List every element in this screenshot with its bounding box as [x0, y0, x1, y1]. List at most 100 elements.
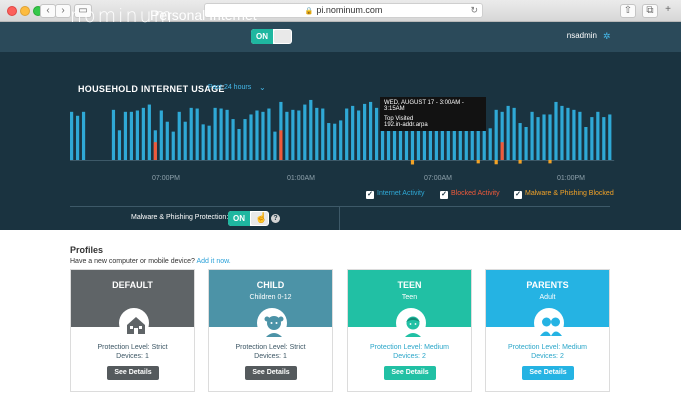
activity-bar[interactable] [506, 105, 510, 160]
activity-bar[interactable] [135, 110, 139, 161]
activity-bar[interactable] [518, 123, 522, 160]
activity-bar[interactable] [321, 108, 325, 160]
blocked-bar[interactable] [153, 142, 157, 160]
activity-bar[interactable] [315, 107, 319, 160]
child-icon [257, 308, 287, 338]
activity-bar[interactable] [351, 105, 355, 160]
see-details-button[interactable]: See Details [245, 366, 297, 380]
activity-bar[interactable] [494, 109, 498, 160]
legend-label: Malware & Phishing Blocked [525, 190, 614, 197]
malware-bar[interactable] [410, 160, 415, 165]
profile-card-default: DEFAULT Protection Level: Strict Devices: … [70, 269, 195, 392]
activity-bar[interactable] [177, 111, 181, 160]
activity-bar[interactable] [123, 111, 128, 160]
activity-bar[interactable] [602, 117, 606, 160]
profile-card-child: CHILD Children 0-12 Protection Level: Stri… [208, 269, 333, 392]
x-tick: 07:00PM [152, 175, 181, 182]
activity-bar[interactable] [243, 119, 247, 160]
activity-bar[interactable] [333, 123, 337, 160]
activity-bar[interactable] [297, 110, 301, 161]
activity-bar[interactable] [548, 114, 552, 160]
activity-bar[interactable] [267, 108, 271, 160]
add-device-link[interactable]: Add it now. [196, 258, 230, 265]
activity-bar[interactable] [566, 107, 570, 160]
activity-bar[interactable] [596, 111, 600, 160]
activity-bar[interactable] [219, 108, 223, 160]
activity-bar[interactable] [195, 108, 199, 160]
activity-bar[interactable] [225, 109, 229, 160]
activity-bar[interactable] [339, 120, 343, 160]
activity-bar[interactable] [117, 130, 122, 160]
malware-bar[interactable] [518, 160, 522, 164]
activity-bar[interactable] [578, 111, 582, 160]
activity-bar[interactable] [374, 107, 379, 160]
activity-bar[interactable] [584, 127, 588, 160]
activity-bar[interactable] [201, 124, 205, 160]
legend-internet-activity[interactable]: ✓ Internet Activity [366, 190, 424, 199]
activity-bar[interactable] [309, 99, 313, 160]
activity-bar[interactable] [572, 109, 576, 160]
checkbox-checked-icon[interactable]: ✓ [366, 191, 374, 199]
activity-bar[interactable] [183, 121, 187, 160]
see-details-button[interactable]: See Details [522, 366, 574, 380]
activity-bar[interactable] [261, 111, 265, 160]
activity-bar[interactable] [524, 127, 528, 160]
activity-bar[interactable] [171, 131, 175, 160]
activity-bar[interactable] [560, 105, 564, 160]
usage-title: HOUSEHOLD INTERNET USAGE [78, 84, 225, 94]
device-count: Devices: 1 [116, 353, 149, 360]
activity-bar[interactable] [512, 107, 516, 160]
blocked-bar[interactable] [279, 130, 283, 160]
device-count: Devices: 2 [531, 353, 564, 360]
legend-blocked-activity[interactable]: ✓ Blocked Activity [440, 190, 500, 199]
activity-bar[interactable] [249, 114, 253, 160]
legend-malware-blocked[interactable]: ✓ Malware & Phishing Blocked [514, 190, 614, 199]
legend-label: Internet Activity [377, 190, 425, 197]
activity-bar[interactable] [285, 111, 289, 160]
activity-bar[interactable] [141, 107, 145, 160]
activity-bar[interactable] [81, 111, 86, 160]
profile-name: DEFAULT [112, 280, 153, 290]
activity-bar[interactable] [129, 111, 133, 160]
malware-bar[interactable] [476, 160, 480, 164]
activity-bar[interactable] [165, 121, 169, 160]
activity-bar[interactable] [75, 115, 80, 160]
activity-bar[interactable] [189, 107, 193, 160]
activity-bar[interactable] [70, 111, 74, 160]
chevron-down-icon[interactable]: ⌄ [259, 83, 266, 92]
activity-bar[interactable] [452, 128, 456, 160]
activity-bar[interactable] [237, 128, 241, 160]
range-selector[interactable]: Past 24 hours [208, 84, 251, 91]
activity-bar[interactable] [608, 114, 612, 160]
see-details-button[interactable]: See Details [384, 366, 436, 380]
blocked-bar[interactable] [500, 142, 504, 160]
activity-bar[interactable] [147, 104, 151, 160]
malware-bar[interactable] [548, 160, 552, 164]
malware-bar[interactable] [494, 160, 498, 165]
activity-bar[interactable] [255, 110, 259, 161]
see-details-button[interactable]: See Details [107, 366, 159, 380]
activity-bar[interactable] [536, 117, 540, 160]
activity-bar[interactable] [363, 103, 367, 160]
activity-bar[interactable] [159, 110, 163, 161]
activity-bar[interactable] [273, 131, 277, 160]
activity-bar[interactable] [590, 117, 594, 160]
activity-bar[interactable] [213, 107, 217, 160]
activity-bar[interactable] [207, 125, 211, 160]
activity-bar[interactable] [530, 111, 534, 160]
activity-bar[interactable] [345, 108, 349, 160]
activity-bar[interactable] [357, 110, 361, 161]
activity-bar[interactable] [488, 128, 492, 160]
activity-bar[interactable] [542, 114, 546, 160]
help-icon[interactable]: ? [271, 214, 280, 223]
activity-bar[interactable] [231, 119, 235, 160]
activity-bar[interactable] [369, 101, 373, 160]
checkbox-checked-icon[interactable]: ✓ [514, 191, 522, 199]
activity-bar[interactable] [554, 101, 558, 160]
activity-bar[interactable] [291, 109, 295, 160]
activity-bar[interactable] [327, 123, 331, 160]
activity-bar[interactable] [303, 104, 307, 160]
checkbox-checked-icon[interactable]: ✓ [440, 191, 448, 199]
x-tick: 01:00AM [287, 175, 316, 182]
activity-bar[interactable] [111, 109, 116, 160]
